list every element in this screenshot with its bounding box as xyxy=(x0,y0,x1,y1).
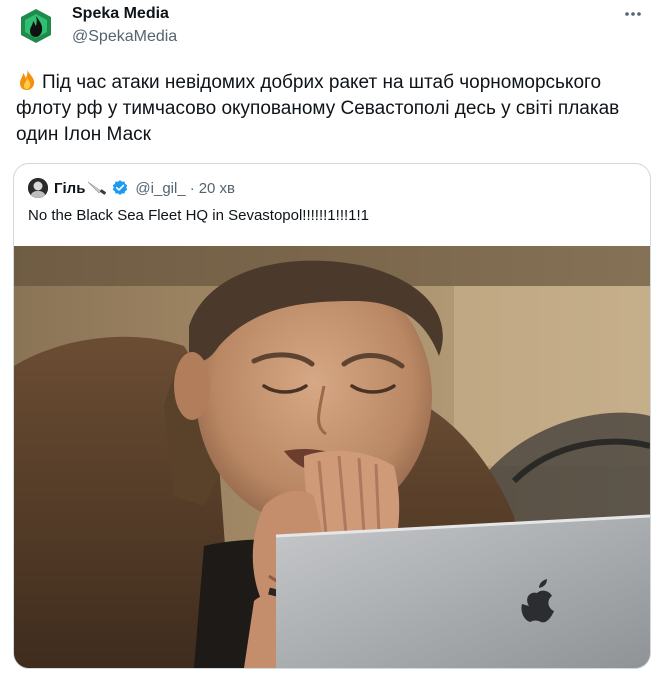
author-name[interactable]: Speka Media xyxy=(72,4,169,24)
verified-badge-icon xyxy=(113,180,128,195)
quoted-tweet-text: No the Black Sea Fleet HQ in Sevastopol!… xyxy=(28,207,370,224)
separator-dot: · xyxy=(189,179,195,197)
quoted-tweet-media[interactable] xyxy=(14,246,650,668)
quoted-author-name[interactable]: Гіль xyxy=(54,180,85,197)
quoted-tweet[interactable]: Гіль @i_gil_ · 20 хв No the Black Sea Fl… xyxy=(13,163,651,669)
quoted-tweet-time[interactable]: 20 хв xyxy=(199,180,235,197)
fire-emoji-icon xyxy=(20,70,35,90)
speka-logo-icon xyxy=(21,9,51,43)
author-avatar[interactable] xyxy=(16,6,56,46)
tweet-text: Під час атаки невідомих добрих ракет на … xyxy=(16,69,652,148)
crying-man-at-laptop-photo xyxy=(14,246,650,668)
more-options-button[interactable] xyxy=(619,2,647,26)
more-horizontal-icon xyxy=(625,12,641,16)
tweet-body: Під час атаки невідомих добрих ракет на … xyxy=(16,72,620,145)
author-handle[interactable]: @SpekaMedia xyxy=(72,27,177,47)
quoted-avatar-image xyxy=(28,178,48,198)
tweet: Speka Media @SpekaMedia Під час атаки не… xyxy=(0,0,665,675)
quoted-author-handle[interactable]: @i_gil_ xyxy=(135,180,185,197)
quoted-tweet-header: Гіль @i_gil_ · 20 хв xyxy=(28,178,235,198)
knife-emoji-icon xyxy=(88,181,107,195)
quoted-author-avatar[interactable] xyxy=(28,178,48,198)
